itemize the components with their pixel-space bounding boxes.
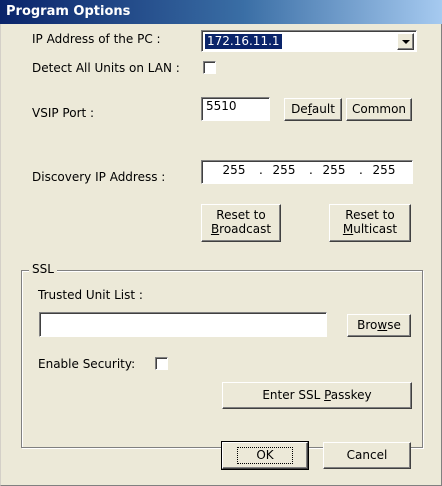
ip-address-select[interactable]: 172.16.11.1 [201,30,417,52]
ip-separator: . [359,163,363,177]
default-button[interactable]: Default [284,98,342,121]
discovery-ip-input[interactable]: 255 . 255 . 255 . 255 [201,160,413,184]
ip-octet-3: 255 [322,163,346,177]
detect-all-checkbox[interactable] [203,61,216,74]
dropdown-arrow-icon[interactable] [397,33,414,50]
reset-multicast-line1: Reset to [345,208,395,223]
vsip-port-label: VSIP Port : [32,106,95,120]
reset-broadcast-button[interactable]: Reset to Broadcast [201,204,281,242]
ip-octet-4: 255 [372,163,396,177]
browse-button[interactable]: Browse [347,314,411,337]
enter-ssl-passkey-label: Enter SSL Passkey [262,387,372,402]
vsip-port-value: 5510 [206,99,237,113]
enable-security-checkbox[interactable] [155,357,168,370]
browse-button-label: Browse [357,317,401,332]
trusted-unit-list-label: Trusted Unit List : [38,288,143,302]
ip-separator: . [259,163,263,177]
ip-octet-1: 255 [222,163,246,177]
ip-octet-2: 255 [272,163,296,177]
enter-ssl-passkey-button[interactable]: Enter SSL Passkey [222,382,412,409]
reset-broadcast-line2: Broadcast [210,222,272,236]
common-button[interactable]: Common [346,98,412,121]
ok-button[interactable]: OK [221,441,309,470]
default-button-label: Default [291,101,335,116]
enable-security-label: Enable Security: [38,357,136,371]
program-options-dialog: IP Address of the PC : 172.16.11.1 Detec… [0,24,442,486]
reset-multicast-button[interactable]: Reset to Multicast [329,204,411,242]
reset-multicast-line2: Multicast [342,222,398,236]
discovery-ip-label: Discovery IP Address : [32,170,166,184]
trusted-unit-list-input[interactable] [39,312,327,337]
ip-separator: . [309,163,313,177]
ok-button-label: OK [237,446,293,465]
reset-broadcast-line1: Reset to [216,208,266,223]
vsip-port-input[interactable]: 5510 [201,97,270,121]
cancel-button-label: Cancel [346,447,388,462]
cancel-button[interactable]: Cancel [323,442,411,469]
detect-all-label: Detect All Units on LAN : [32,61,180,75]
title-bar[interactable]: Program Options [0,0,442,24]
ip-address-value: 172.16.11.1 [205,34,282,49]
ip-address-label: IP Address of the PC : [32,32,161,46]
common-button-label: Common [351,101,407,116]
window-title: Program Options [6,4,131,19]
ssl-group-title: SSL [29,262,57,276]
